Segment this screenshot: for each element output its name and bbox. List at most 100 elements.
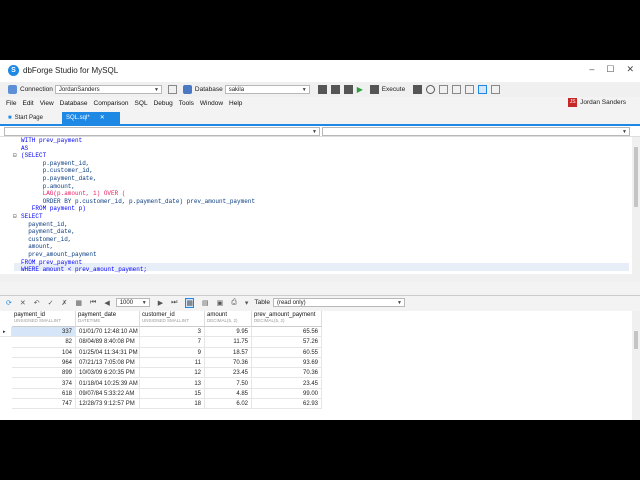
cell[interactable]: 70.36	[205, 357, 252, 369]
grid-view-icon[interactable]: ▦	[185, 297, 195, 308]
cell[interactable]: 57.26	[252, 337, 322, 348]
table-row[interactable]: 964 07/21/13 7:05:08 PM 11 70.36 93.69	[0, 357, 322, 369]
member-select[interactable]: ▼	[322, 127, 630, 136]
user-account[interactable]: JS Jordan Sanders	[568, 98, 626, 107]
table-row[interactable]: 747 12/28/73 9:12:57 PM 18 6.02 62.93	[0, 399, 322, 410]
results-grid[interactable]: payment_id UNSIGNED SMALLINT payment_date…	[0, 311, 632, 420]
filter-icon[interactable]: ▾	[245, 299, 249, 307]
column-header[interactable]: payment_id UNSIGNED SMALLINT	[12, 311, 76, 327]
scroll-thumb[interactable]	[634, 147, 638, 207]
refresh-icon[interactable]: ⟳	[6, 299, 12, 307]
layout-icon[interactable]	[465, 85, 475, 94]
cell[interactable]: 11	[140, 357, 205, 369]
save-icon[interactable]	[317, 85, 327, 94]
close-tab-icon[interactable]: ✕	[100, 112, 105, 124]
maximize-icon[interactable]: ☐	[606, 64, 614, 75]
cell[interactable]: 11.75	[205, 337, 252, 348]
table-row[interactable]: 374 01/18/04 10:25:39 AM 13 7.50 23.45	[0, 378, 322, 389]
cell[interactable]: 07/21/13 7:05:08 PM	[76, 357, 140, 369]
plug-icon[interactable]	[167, 85, 177, 94]
comment-icon[interactable]	[439, 85, 449, 94]
cell[interactable]: 13	[140, 378, 205, 389]
uncomment-icon[interactable]	[452, 85, 462, 94]
cell[interactable]: 10/03/09 6:20:35 PM	[76, 368, 140, 379]
table-row[interactable]: 104 01/25/04 11:34:31 PM 9 18.57 60.55	[0, 347, 322, 358]
cell[interactable]: 08/04/89 8:40:08 PM	[76, 337, 140, 348]
cell[interactable]: 7	[140, 337, 205, 348]
menu-database[interactable]: Database	[60, 100, 88, 107]
connection-select[interactable]: JordanSanders ▼	[54, 85, 162, 94]
history-icon[interactable]	[426, 85, 436, 94]
cell[interactable]: 65.56	[252, 327, 322, 338]
cell[interactable]: 618	[12, 388, 76, 400]
menu-view[interactable]: View	[40, 100, 54, 107]
execute-icon[interactable]	[369, 85, 379, 94]
table-row[interactable]: 618 09/07/84 5:33:22 AM 15 4.85 99.00	[0, 388, 322, 400]
prev-page-icon[interactable]: ◀	[104, 299, 109, 307]
cell[interactable]: 01/25/04 11:34:31 PM	[76, 347, 140, 358]
table-row[interactable]: 899 10/03/09 6:20:35 PM 12 23.45 70.36	[0, 368, 322, 379]
print-icon[interactable]: ⎙	[231, 299, 237, 307]
cell[interactable]: 62.93	[252, 399, 322, 410]
grid-vertical-scrollbar[interactable]	[632, 311, 640, 420]
format-icon[interactable]	[478, 85, 488, 94]
menu-sql[interactable]: SQL	[135, 100, 148, 107]
page-size-select[interactable]: 1000 ▼	[115, 298, 150, 307]
cell[interactable]: 70.36	[252, 368, 322, 379]
cell[interactable]: 18.57	[205, 347, 252, 358]
grid-icon[interactable]: ▦	[75, 299, 82, 307]
cell[interactable]: 899	[12, 368, 76, 379]
cell[interactable]: 3	[140, 327, 205, 338]
cell[interactable]: 337	[12, 327, 76, 338]
discard-icon[interactable]: ✗	[62, 299, 68, 307]
menu-window[interactable]: Window	[200, 100, 223, 107]
close-icon[interactable]: ✕	[626, 64, 634, 75]
cell[interactable]: 12/28/73 9:12:57 PM	[76, 399, 140, 410]
column-header[interactable]: amount DECIMAL(5, 2)	[205, 311, 252, 327]
menu-tools[interactable]: Tools	[179, 100, 194, 107]
row-selector-icon[interactable]: ▸	[0, 327, 12, 338]
result-pane-icon[interactable]	[491, 85, 501, 94]
editor-vertical-scrollbar[interactable]	[632, 137, 640, 274]
cell[interactable]: 104	[12, 347, 76, 358]
first-page-icon[interactable]: ⏮	[90, 299, 96, 307]
menu-comparison[interactable]: Comparison	[94, 100, 129, 107]
sql-editor[interactable]: ⊟ ⊟ WITH prev_payment AS (SELECT p.payme…	[0, 137, 632, 274]
cell[interactable]: 01/01/70 12:48:10 AM	[76, 327, 140, 338]
column-header[interactable]: payment_date DATETIME	[76, 311, 140, 327]
cell[interactable]: 9.95	[205, 327, 252, 338]
open-icon[interactable]	[343, 85, 353, 94]
cell[interactable]: 9	[140, 347, 205, 358]
object-select[interactable]: ▼	[4, 127, 320, 136]
export-icon[interactable]: ▣	[217, 299, 224, 307]
column-header[interactable]: prev_amount_payment DECIMAL(5, 2)	[252, 311, 322, 327]
last-page-icon[interactable]: ⏭	[171, 299, 177, 307]
fold-icon[interactable]: ⊟	[13, 152, 19, 159]
cell[interactable]: 18	[140, 399, 205, 410]
next-page-icon[interactable]: ▶	[158, 299, 163, 307]
cell[interactable]: 4.85	[205, 388, 252, 400]
menu-debug[interactable]: Debug	[154, 100, 173, 107]
cell[interactable]: 23.45	[205, 368, 252, 379]
scroll-thumb[interactable]	[634, 331, 638, 349]
save-all-icon[interactable]	[330, 85, 340, 94]
cell[interactable]: 747	[12, 399, 76, 410]
menu-help[interactable]: Help	[229, 100, 242, 107]
table-row[interactable]: 82 08/04/89 8:40:08 PM 7 11.75 57.26	[0, 337, 322, 348]
apply-icon[interactable]: ✓	[48, 299, 54, 307]
undo-icon[interactable]: ↶	[34, 299, 40, 307]
stop-icon[interactable]	[413, 85, 423, 94]
cell[interactable]: 82	[12, 337, 76, 348]
cell[interactable]: 964	[12, 357, 76, 369]
database-select[interactable]: sakila ▼	[224, 85, 310, 94]
cell[interactable]: 374	[12, 378, 76, 389]
tab-start-page[interactable]: ■ Start Page	[4, 112, 47, 124]
menu-edit[interactable]: Edit	[22, 100, 33, 107]
editor-horizontal-scrollbar[interactable]	[0, 274, 640, 282]
fold-icon[interactable]: ⊟	[13, 213, 19, 220]
execute-button[interactable]: Execute	[382, 86, 406, 93]
minimize-icon[interactable]: –	[589, 64, 594, 75]
cell[interactable]: 23.45	[252, 378, 322, 389]
table-row[interactable]: ▸ 337 01/01/70 12:48:10 AM 3 9.95 65.56	[0, 327, 322, 338]
cell[interactable]: 7.50	[205, 378, 252, 389]
